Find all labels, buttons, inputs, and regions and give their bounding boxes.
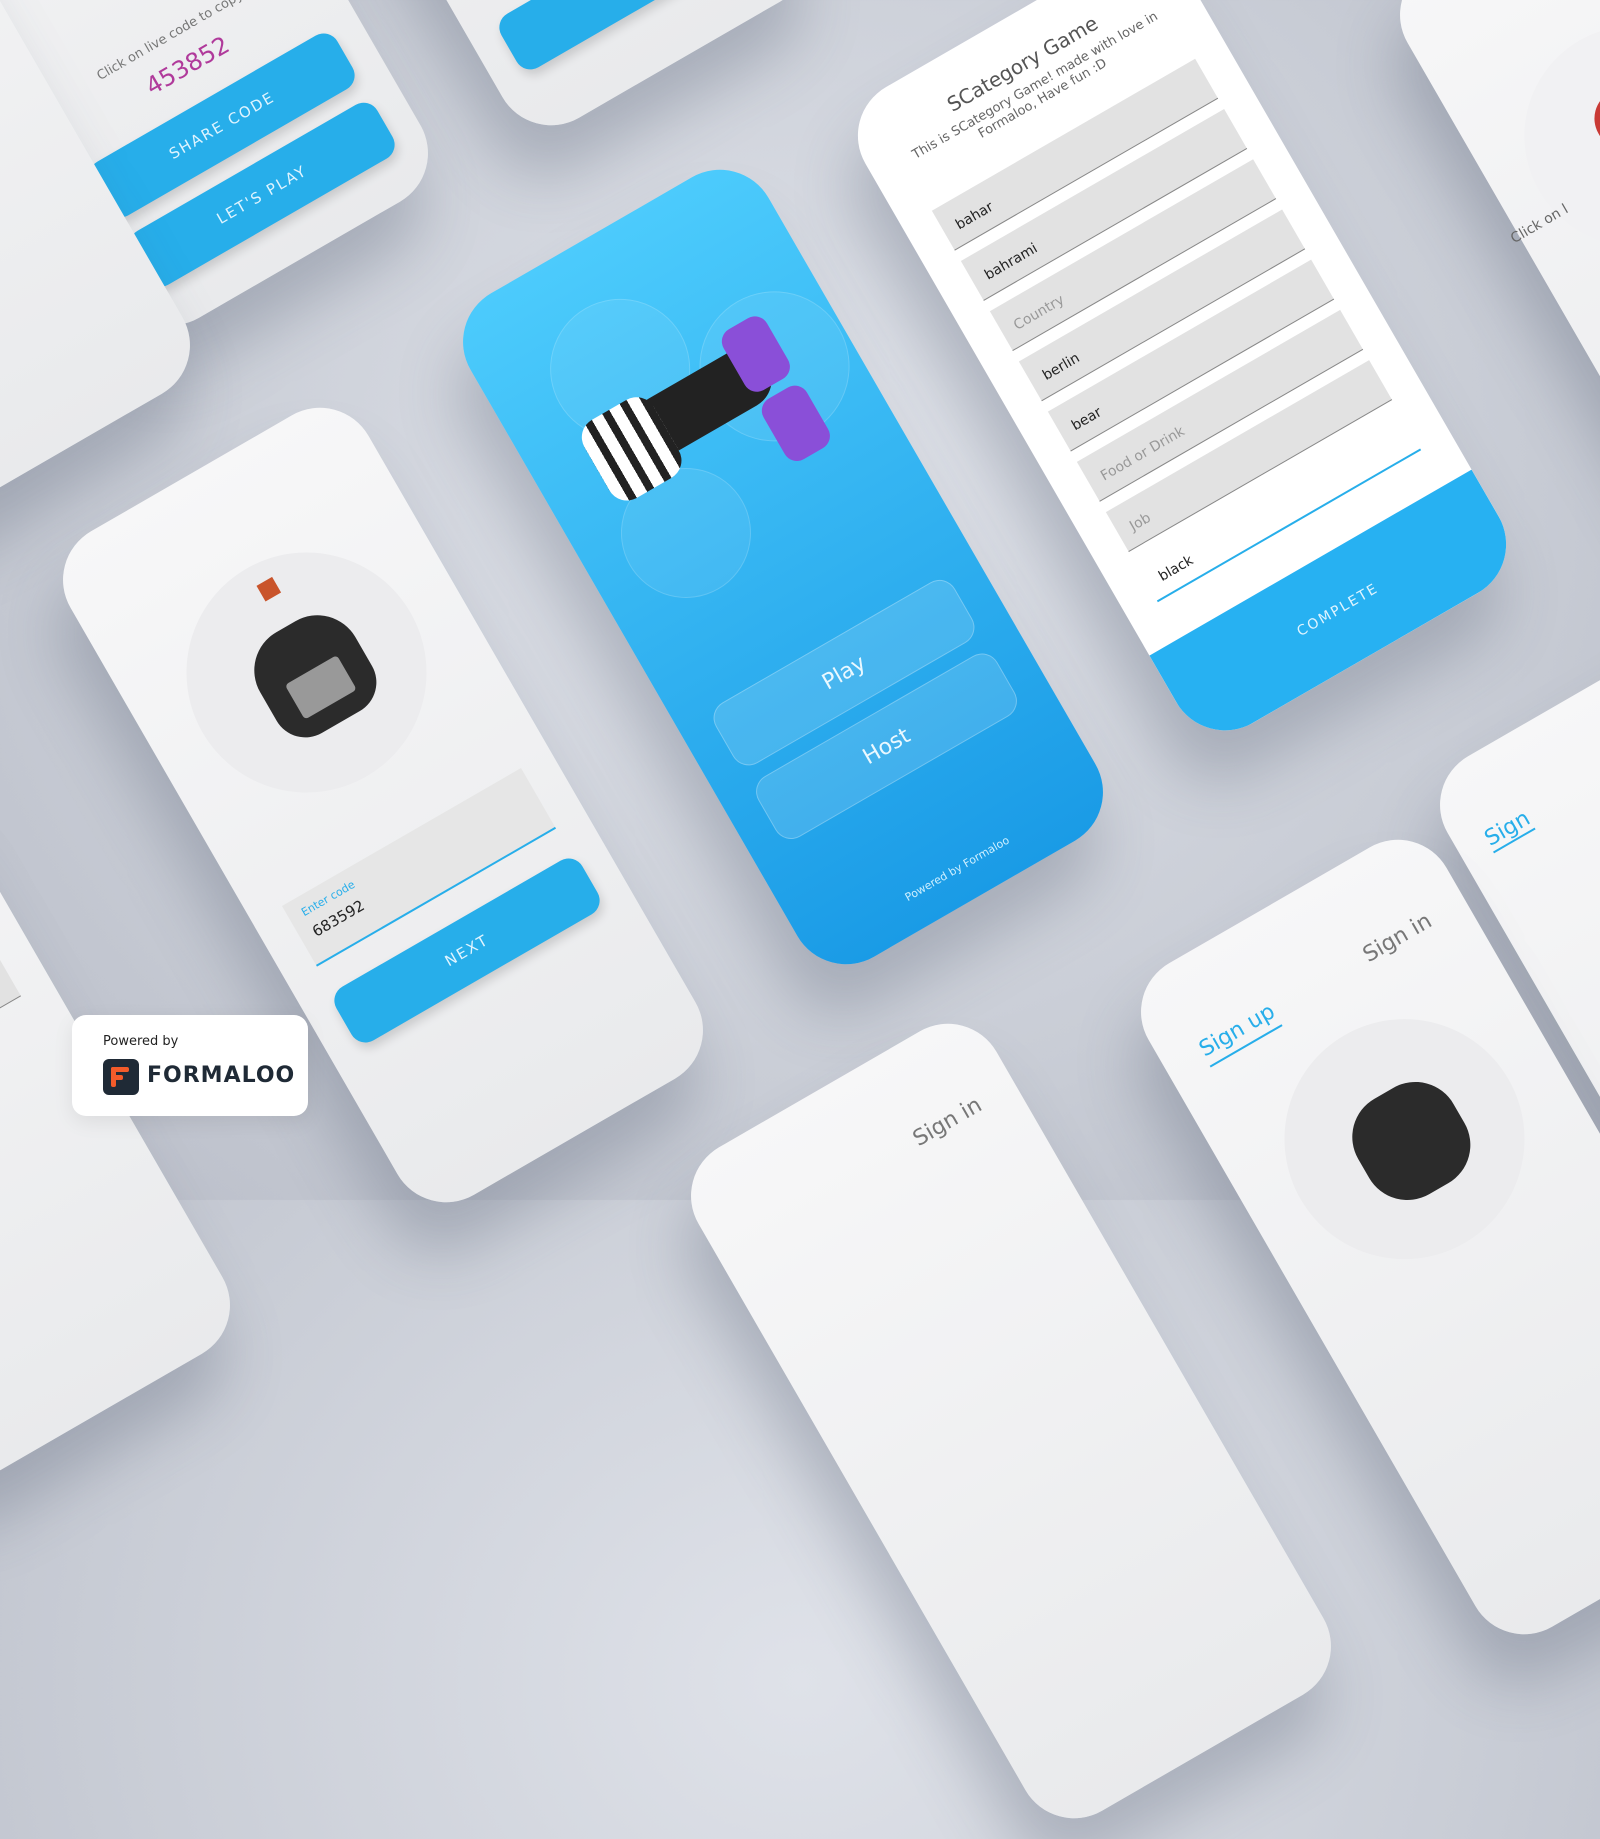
- powered-by-badge[interactable]: Powered by FORMALOO: [72, 1015, 308, 1116]
- top-card-button[interactable]: [493, 0, 771, 76]
- signin-tab[interactable]: Sign in: [1359, 909, 1436, 968]
- cube-shape: [256, 576, 282, 602]
- formaloo-logo-icon: [103, 1059, 139, 1095]
- hand-illustration: [1484, 0, 1600, 287]
- illustration-circle: [142, 508, 471, 837]
- illustration-circle: [1240, 975, 1569, 1304]
- hand-icon: [1583, 67, 1600, 169]
- signup-tab[interactable]: Sign up: [1195, 999, 1283, 1068]
- email-field[interactable]: email: [0, 956, 22, 1135]
- formaloo-brand: FORMALOO: [147, 1063, 296, 1088]
- character-illustration: [1336, 1065, 1487, 1217]
- powered-by-text: Powered by: [103, 1034, 179, 1049]
- signin-tab[interactable]: Sign in: [909, 1093, 986, 1152]
- sign-tab[interactable]: Sign: [1480, 805, 1536, 854]
- complete-button[interactable]: COMPLETE: [1149, 469, 1527, 751]
